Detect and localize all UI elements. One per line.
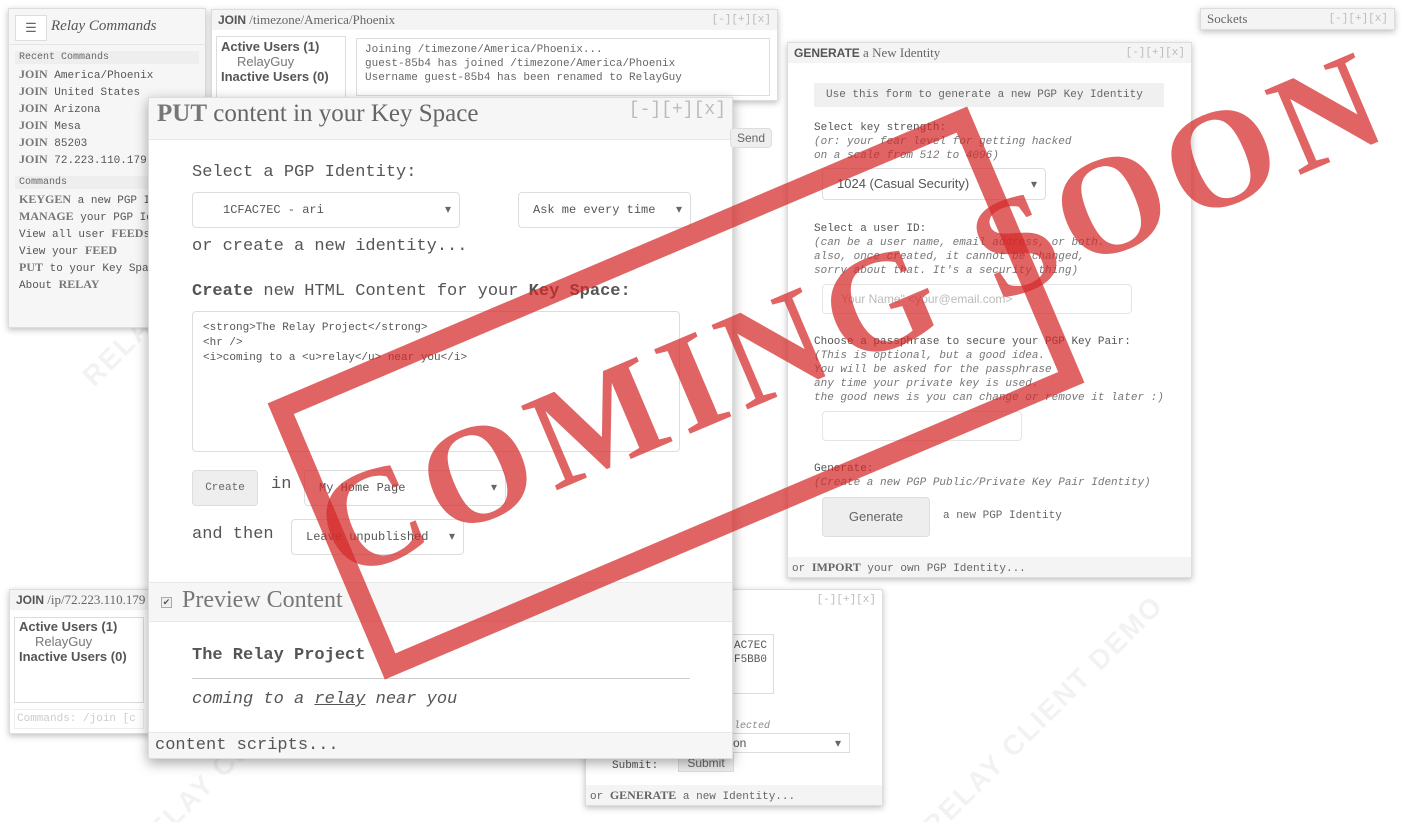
- preview-title: The Relay Project: [192, 646, 366, 665]
- passphrase-label: Choose a passphrase to secure your PGP K…: [814, 336, 1131, 348]
- window-titlebar[interactable]: JOIN /timezone/America/Phoenix [-][+][x]: [212, 10, 777, 30]
- send-button[interactable]: Send: [730, 128, 772, 148]
- generate-hint: (Create a new PGP Public/Private Key Pai…: [814, 477, 1151, 489]
- content-scripts-toggle[interactable]: content scripts...: [149, 732, 732, 758]
- log-line: guest-85b4 has joined /timezone/America/…: [365, 58, 676, 70]
- strength-hint: (or: your fear level for getting hacked: [814, 136, 1072, 148]
- user-list: Active Users (1) RelayGuy Inactive Users…: [14, 617, 144, 703]
- identity-label: Select a PGP Identity:: [192, 163, 417, 182]
- passphrase-hint: any time your private key is used.: [814, 378, 1039, 390]
- checkbox-icon[interactable]: ✔: [161, 597, 172, 608]
- user-id-input[interactable]: Your Name" <your@email.com>: [822, 284, 1132, 314]
- relay-link[interactable]: relay: [314, 690, 365, 709]
- submit-label: Submit:: [612, 760, 659, 772]
- menu-title: Relay Commands: [51, 18, 157, 34]
- window-controls[interactable]: [-][+][x]: [629, 100, 726, 120]
- hamburger-icon[interactable]: ☰: [15, 15, 47, 41]
- passphrase-hint: (This is optional, but a good idea.: [814, 350, 1046, 362]
- passphrase-input[interactable]: [822, 411, 1022, 441]
- user-item[interactable]: RelayGuy: [19, 634, 139, 649]
- command-item[interactable]: JOIN America/Phoenix: [9, 66, 205, 83]
- passphrase-hint: You will be asked for the passphrase: [814, 364, 1052, 376]
- generate-button[interactable]: Generate: [822, 497, 930, 537]
- selected-hint: lected: [734, 721, 771, 732]
- user-id-hint: sorry about that. It's a security thing): [814, 265, 1079, 277]
- command-input[interactable]: Commands: /join [c: [14, 709, 144, 729]
- preview-body: coming to a relay near you: [192, 690, 458, 709]
- user-id-label: Select a user ID:: [814, 223, 927, 235]
- inactive-users-label: Inactive Users (0): [221, 69, 329, 84]
- generate-footer[interactable]: or GENERATE a new Identity...: [586, 785, 882, 805]
- active-users-label: Active Users (1): [221, 39, 320, 54]
- create-identity-link[interactable]: or create a new identity...: [192, 237, 467, 256]
- html-content-textarea[interactable]: <strong>The Relay Project</strong> <hr />…: [192, 311, 680, 452]
- active-users-label: Active Users (1): [19, 619, 118, 634]
- strength-label: Select key strength:: [814, 122, 947, 134]
- form-intro: Use this form to generate a new PGP Key …: [814, 83, 1164, 107]
- preview-label: Preview Content: [182, 587, 343, 613]
- sockets-window: Sockets [-][+][x]: [1200, 8, 1395, 30]
- window-titlebar[interactable]: GENERATE a New Identity [-][+][x]: [788, 43, 1191, 63]
- passphrase-hint: the good news is you can change or remov…: [814, 392, 1164, 404]
- window-titlebar[interactable]: JOIN /ip/72.223.110.179: [10, 590, 150, 610]
- ask-select[interactable]: Ask me every time: [518, 192, 691, 228]
- window-controls[interactable]: [-][+][x]: [712, 10, 771, 30]
- window-controls[interactable]: [-][+][x]: [1329, 9, 1388, 29]
- put-content-window: PUT content in your Key Space [-][+][x] …: [148, 97, 733, 759]
- join-ip-window: JOIN /ip/72.223.110.179 Active Users (1)…: [9, 589, 151, 734]
- window-titlebar[interactable]: PUT content in your Key Space [-][+][x]: [149, 98, 732, 140]
- window-controls[interactable]: [-][+][x]: [1126, 43, 1185, 63]
- recent-commands-heading: Recent Commands: [15, 51, 199, 64]
- generate-after-label: a new PGP Identity: [943, 510, 1062, 522]
- chat-log: Joining /timezone/America/Phoenix... gue…: [356, 38, 770, 96]
- key-strength-select[interactable]: 1024 (Casual Security): [822, 168, 1046, 200]
- watermark: RELAY CLIENT DEMO: [916, 589, 1170, 822]
- log-line: Username guest-85b4 has been renamed to …: [365, 72, 682, 84]
- generate-label: Generate:: [814, 463, 874, 475]
- window-controls[interactable]: [-][+][x]: [817, 590, 876, 610]
- inactive-users-label: Inactive Users (0): [19, 649, 127, 664]
- identity-select[interactable]: 1CFAC7EC - ari: [192, 192, 460, 228]
- key-action-select[interactable]: on: [720, 733, 850, 753]
- generate-identity-window: GENERATE a New Identity [-][+][x] Use thi…: [787, 42, 1192, 578]
- destination-select[interactable]: My Home Page: [304, 470, 506, 506]
- strength-hint: on a scale from 512 to 4096): [814, 150, 999, 162]
- preview-toggle[interactable]: ✔ Preview Content: [149, 582, 732, 622]
- create-button[interactable]: Create: [192, 470, 258, 506]
- and-then-label: and then: [192, 525, 274, 544]
- user-id-hint: also, once created, it cannot be changed…: [814, 251, 1085, 263]
- join-timezone-window: JOIN /timezone/America/Phoenix [-][+][x] …: [211, 9, 778, 101]
- log-line: Joining /timezone/America/Phoenix...: [365, 44, 603, 56]
- preview-divider: [192, 678, 690, 679]
- window-titlebar[interactable]: Sockets [-][+][x]: [1201, 9, 1394, 29]
- import-footer[interactable]: or IMPORT your own PGP Identity...: [788, 557, 1191, 577]
- user-id-hint: (can be a user name, email address, or b…: [814, 237, 1105, 249]
- create-content-label: Create new HTML Content for your Key Spa…: [192, 282, 631, 301]
- publish-select[interactable]: Leave unpublished: [291, 519, 464, 555]
- user-list: Active Users (1) RelayGuy Inactive Users…: [216, 36, 346, 98]
- user-item[interactable]: RelayGuy: [221, 54, 341, 69]
- in-label: in: [271, 475, 292, 494]
